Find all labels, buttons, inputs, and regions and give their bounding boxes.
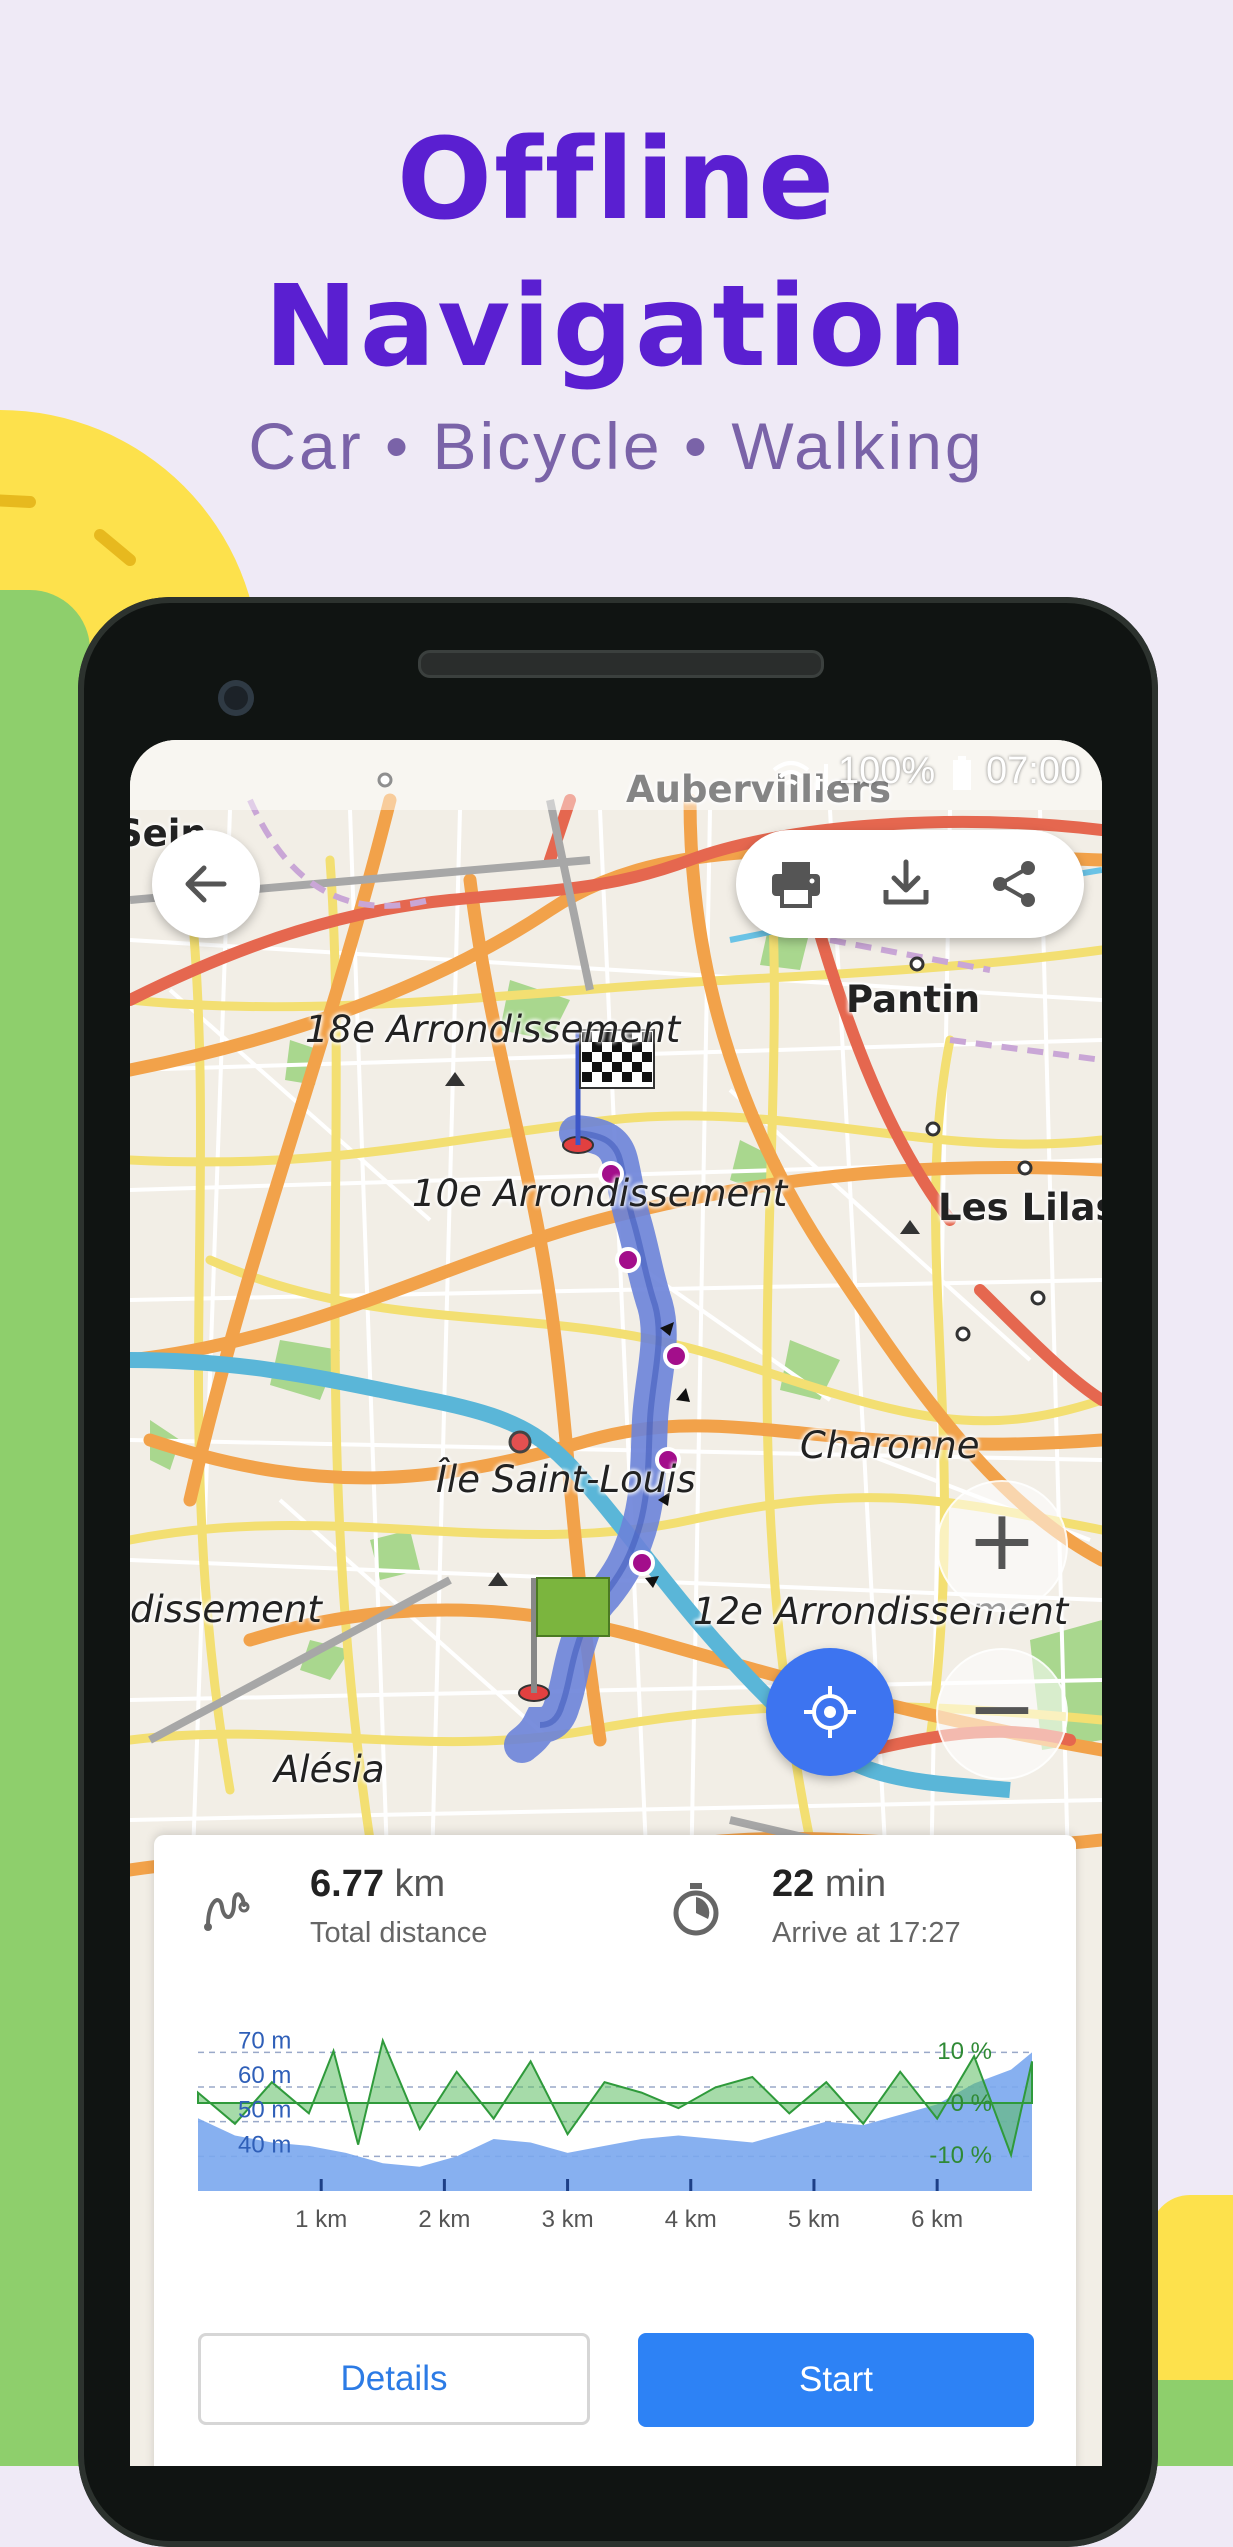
wifi-icon (772, 761, 810, 786)
map-label-pantin: Pantin (846, 978, 981, 1021)
map-label-charonne: Charonne (800, 1424, 980, 1467)
x-axis-tick-label: 3 km (542, 2206, 594, 2233)
map-label-dissement: dissement (130, 1588, 322, 1631)
time-value: 22 (772, 1863, 815, 1905)
phone-camera (218, 680, 254, 716)
x-axis-tick-label: 5 km (788, 2206, 840, 2233)
map-label-10e: 10e Arrondissement (412, 1172, 788, 1215)
map-label-18e: 18e Arrondissement (305, 1008, 681, 1051)
signal-icon (816, 764, 828, 790)
elevation-chart[interactable]: 70 m 60 m 50 m 40 m 10 % 0 % -10 % 1 km 2 km 3 km… (154, 2005, 1076, 2265)
route-info-card: 6.77 km Total distance 22 min Arrive at … (154, 1835, 1076, 2466)
my-location-button[interactable] (766, 1648, 894, 1776)
time-unit: min (824, 1863, 887, 1905)
crosshair-icon (804, 1686, 856, 1738)
start-button[interactable]: Start (638, 2333, 1034, 2427)
zoom-in-button[interactable]: + (936, 1480, 1068, 1612)
arrow-left-icon (185, 865, 227, 903)
green-right-decoration (1150, 2380, 1233, 2466)
phone-speaker (418, 650, 824, 678)
grade-axis-tick-label: 0 % (951, 2090, 992, 2117)
hero-title-line2: Navigation (263, 262, 970, 392)
status-bar: 100% 07:00 (130, 740, 1102, 810)
time-value-row: 22 min (772, 1863, 886, 1906)
grade-axis-tick-label: -10 % (929, 2142, 992, 2169)
green-left-decoration (0, 590, 90, 2466)
x-axis-tick-label: 6 km (911, 2206, 963, 2233)
y-axis-tick-label: 70 m (238, 2027, 291, 2054)
y-axis-tick-label: 60 m (238, 2062, 291, 2089)
map-label-alesia: Alésia (274, 1748, 385, 1791)
x-axis-tick-label: 2 km (418, 2206, 470, 2233)
battery-percent: 100% (838, 750, 936, 792)
y-axis-tick-label: 40 m (238, 2131, 291, 2158)
distance-value-row: 6.77 km (310, 1863, 445, 1906)
details-button[interactable]: Details (198, 2333, 590, 2425)
map-action-toolbar (736, 830, 1084, 938)
grade-axis-tick-label: 10 % (937, 2038, 992, 2065)
zoom-out-button[interactable]: − (936, 1648, 1068, 1780)
zoom-out-label: − (966, 1659, 1038, 1757)
download-icon[interactable] (878, 856, 934, 912)
stopwatch-icon (673, 1883, 719, 1936)
x-axis-tick-label: 4 km (665, 2206, 717, 2233)
map-label-ile-saint-louis: Île Saint-Louis (436, 1458, 696, 1501)
distance-unit: km (394, 1863, 446, 1905)
phone-screen: Aubervilliers Pantin 18e Arrondissement … (130, 740, 1102, 2466)
distance-label: Total distance (310, 1917, 488, 1949)
map-label-les-lilas: Les Lilas (938, 1186, 1102, 1229)
hero-title-line1: Offline (396, 115, 837, 245)
distance-value: 6.77 (310, 1863, 384, 1905)
share-icon[interactable] (986, 856, 1042, 912)
battery-icon (953, 756, 971, 790)
status-time: 07:00 (986, 750, 1082, 792)
y-axis-tick-label: 50 m (238, 2097, 291, 2124)
print-icon[interactable] (768, 856, 824, 912)
x-axis-tick-label: 1 km (295, 2206, 347, 2233)
route-distance-icon (204, 1892, 250, 1931)
hero-subtitle: Car • Bicycle • Walking (248, 409, 985, 483)
arrival-label: Arrive at 17:27 (772, 1917, 961, 1949)
zoom-in-label: + (966, 1491, 1038, 1589)
back-button[interactable] (152, 830, 260, 938)
